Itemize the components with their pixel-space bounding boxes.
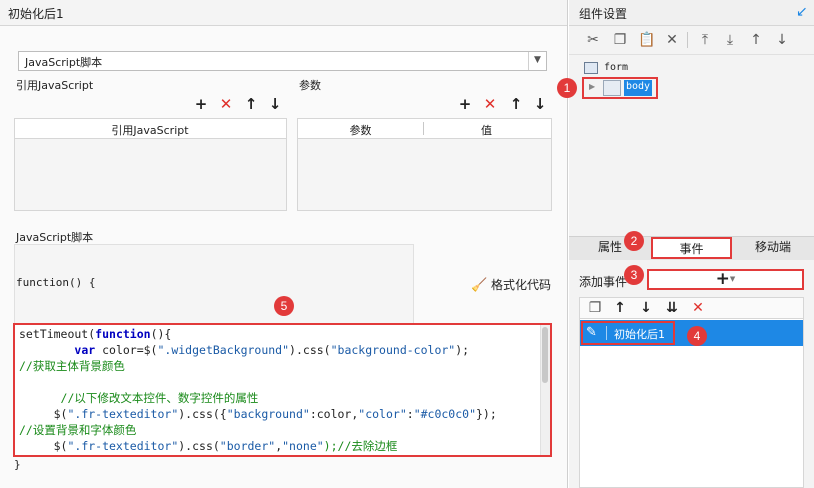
editor-title-bar: 初始化后1 bbox=[0, 0, 567, 26]
code-comment-line: //设置背景和字体颜色 bbox=[19, 423, 137, 437]
script-type-select[interactable]: JavaScript脚本 ▼ bbox=[18, 51, 547, 71]
delete-widget-icon[interactable]: ✕ bbox=[664, 32, 680, 48]
move-up-widget-icon[interactable]: ↑ bbox=[748, 32, 764, 48]
delete-icon[interactable]: ✕ bbox=[218, 96, 234, 112]
event-up-icon[interactable]: ↑ bbox=[612, 300, 628, 316]
param-move-up-icon[interactable]: ↑ bbox=[508, 96, 524, 112]
paste-icon[interactable]: 📋 bbox=[638, 32, 655, 48]
tab-mobile[interactable]: 移动端 bbox=[733, 237, 813, 259]
code-comment-line: //获取主体背景颜色 bbox=[19, 359, 125, 373]
add-param-icon[interactable]: + bbox=[457, 96, 473, 112]
code-line: var color=$(".widgetBackground").css("ba… bbox=[74, 343, 470, 357]
body-label: body bbox=[624, 80, 653, 96]
body-icon bbox=[603, 80, 621, 96]
param-value-column: 值 bbox=[481, 124, 492, 137]
param-move-down-icon[interactable]: ↓ bbox=[532, 96, 548, 112]
move-bottom-icon[interactable]: ⤓ bbox=[722, 32, 738, 48]
step-badge-5: 5 bbox=[274, 296, 294, 316]
delete-event-icon[interactable]: ✕ bbox=[690, 300, 706, 316]
editor-title: 初始化后1 bbox=[8, 7, 64, 21]
scrollbar-thumb[interactable] bbox=[542, 327, 548, 383]
params-grid-header: 参数 值 bbox=[298, 119, 551, 139]
move-top-icon[interactable]: ⤒ bbox=[697, 32, 713, 48]
step-badge-4: 4 bbox=[687, 326, 707, 346]
move-up-icon[interactable]: ↑ bbox=[243, 96, 259, 112]
expand-arrow-icon[interactable]: ▶ bbox=[589, 82, 595, 91]
delete-param-icon[interactable]: ✕ bbox=[482, 96, 498, 112]
script-type-value: JavaScript脚本 bbox=[25, 56, 103, 69]
format-code-label: 格式化代码 bbox=[491, 278, 552, 292]
form-icon bbox=[584, 62, 598, 74]
code-editor[interactable]: setTimeout(function(){ var color=$(".wid… bbox=[13, 323, 552, 457]
item-divider bbox=[606, 326, 607, 340]
collapse-icon[interactable]: ↙ bbox=[796, 4, 808, 20]
function-close-text: } bbox=[14, 458, 21, 471]
edit-icon[interactable]: ✎ bbox=[586, 325, 597, 340]
event-item-label: 初始化后1 bbox=[614, 328, 665, 341]
add-event-label: 添加事件 bbox=[579, 275, 628, 289]
code-line: $(".fr-texteditor").css({"background":co… bbox=[19, 407, 497, 421]
step-badge-2: 2 bbox=[624, 231, 644, 251]
move-down-icon[interactable]: ↓ bbox=[267, 96, 283, 112]
step-badge-3: 3 bbox=[624, 265, 644, 285]
event-move-bottom-icon[interactable]: ⇊ bbox=[664, 300, 680, 316]
tree-item-form[interactable]: form bbox=[604, 62, 628, 73]
add-event-dropdown[interactable]: +▼ bbox=[647, 269, 804, 290]
chevron-down-icon: ▼ bbox=[729, 275, 736, 283]
code-line: setTimeout(function(){ bbox=[19, 327, 172, 341]
chevron-down-icon[interactable]: ▼ bbox=[528, 52, 546, 70]
function-open-text: function() { bbox=[16, 276, 96, 289]
params-grid[interactable]: 参数 值 bbox=[297, 118, 552, 211]
add-event-plus: + bbox=[715, 269, 730, 289]
script-label: JavaScript脚本 bbox=[16, 231, 94, 244]
step-badge-1: 1 bbox=[557, 78, 577, 98]
param-name-column: 参数 bbox=[349, 124, 372, 137]
add-icon[interactable]: + bbox=[193, 96, 209, 112]
event-down-icon[interactable]: ↓ bbox=[638, 300, 654, 316]
params-label: 参数 bbox=[299, 79, 321, 92]
copy-event-icon[interactable]: ❐ bbox=[587, 300, 603, 316]
cut-icon[interactable]: ✂ bbox=[585, 32, 601, 48]
ref-js-column: 引用JavaScript bbox=[111, 124, 189, 137]
broom-icon: 🧹 bbox=[471, 278, 488, 293]
toolbar-divider bbox=[687, 32, 688, 48]
move-down-widget-icon[interactable]: ↓ bbox=[774, 32, 790, 48]
ref-js-grid[interactable]: 引用JavaScript bbox=[14, 118, 287, 211]
copy-icon[interactable]: ❐ bbox=[612, 32, 628, 48]
code-comment-line: //以下修改文本控件、数字控件的属性 bbox=[19, 391, 259, 405]
tab-events[interactable]: 事件 bbox=[651, 237, 732, 259]
ref-js-grid-header: 引用JavaScript bbox=[15, 119, 286, 139]
settings-title: 组件设置 bbox=[579, 7, 628, 21]
ref-js-label: 引用JavaScript bbox=[16, 79, 94, 92]
format-code-button[interactable]: 🧹 格式化代码 bbox=[471, 276, 551, 293]
code-line: $(".fr-texteditor").css("border","none")… bbox=[19, 439, 398, 453]
editor-scrollbar[interactable] bbox=[540, 325, 550, 455]
